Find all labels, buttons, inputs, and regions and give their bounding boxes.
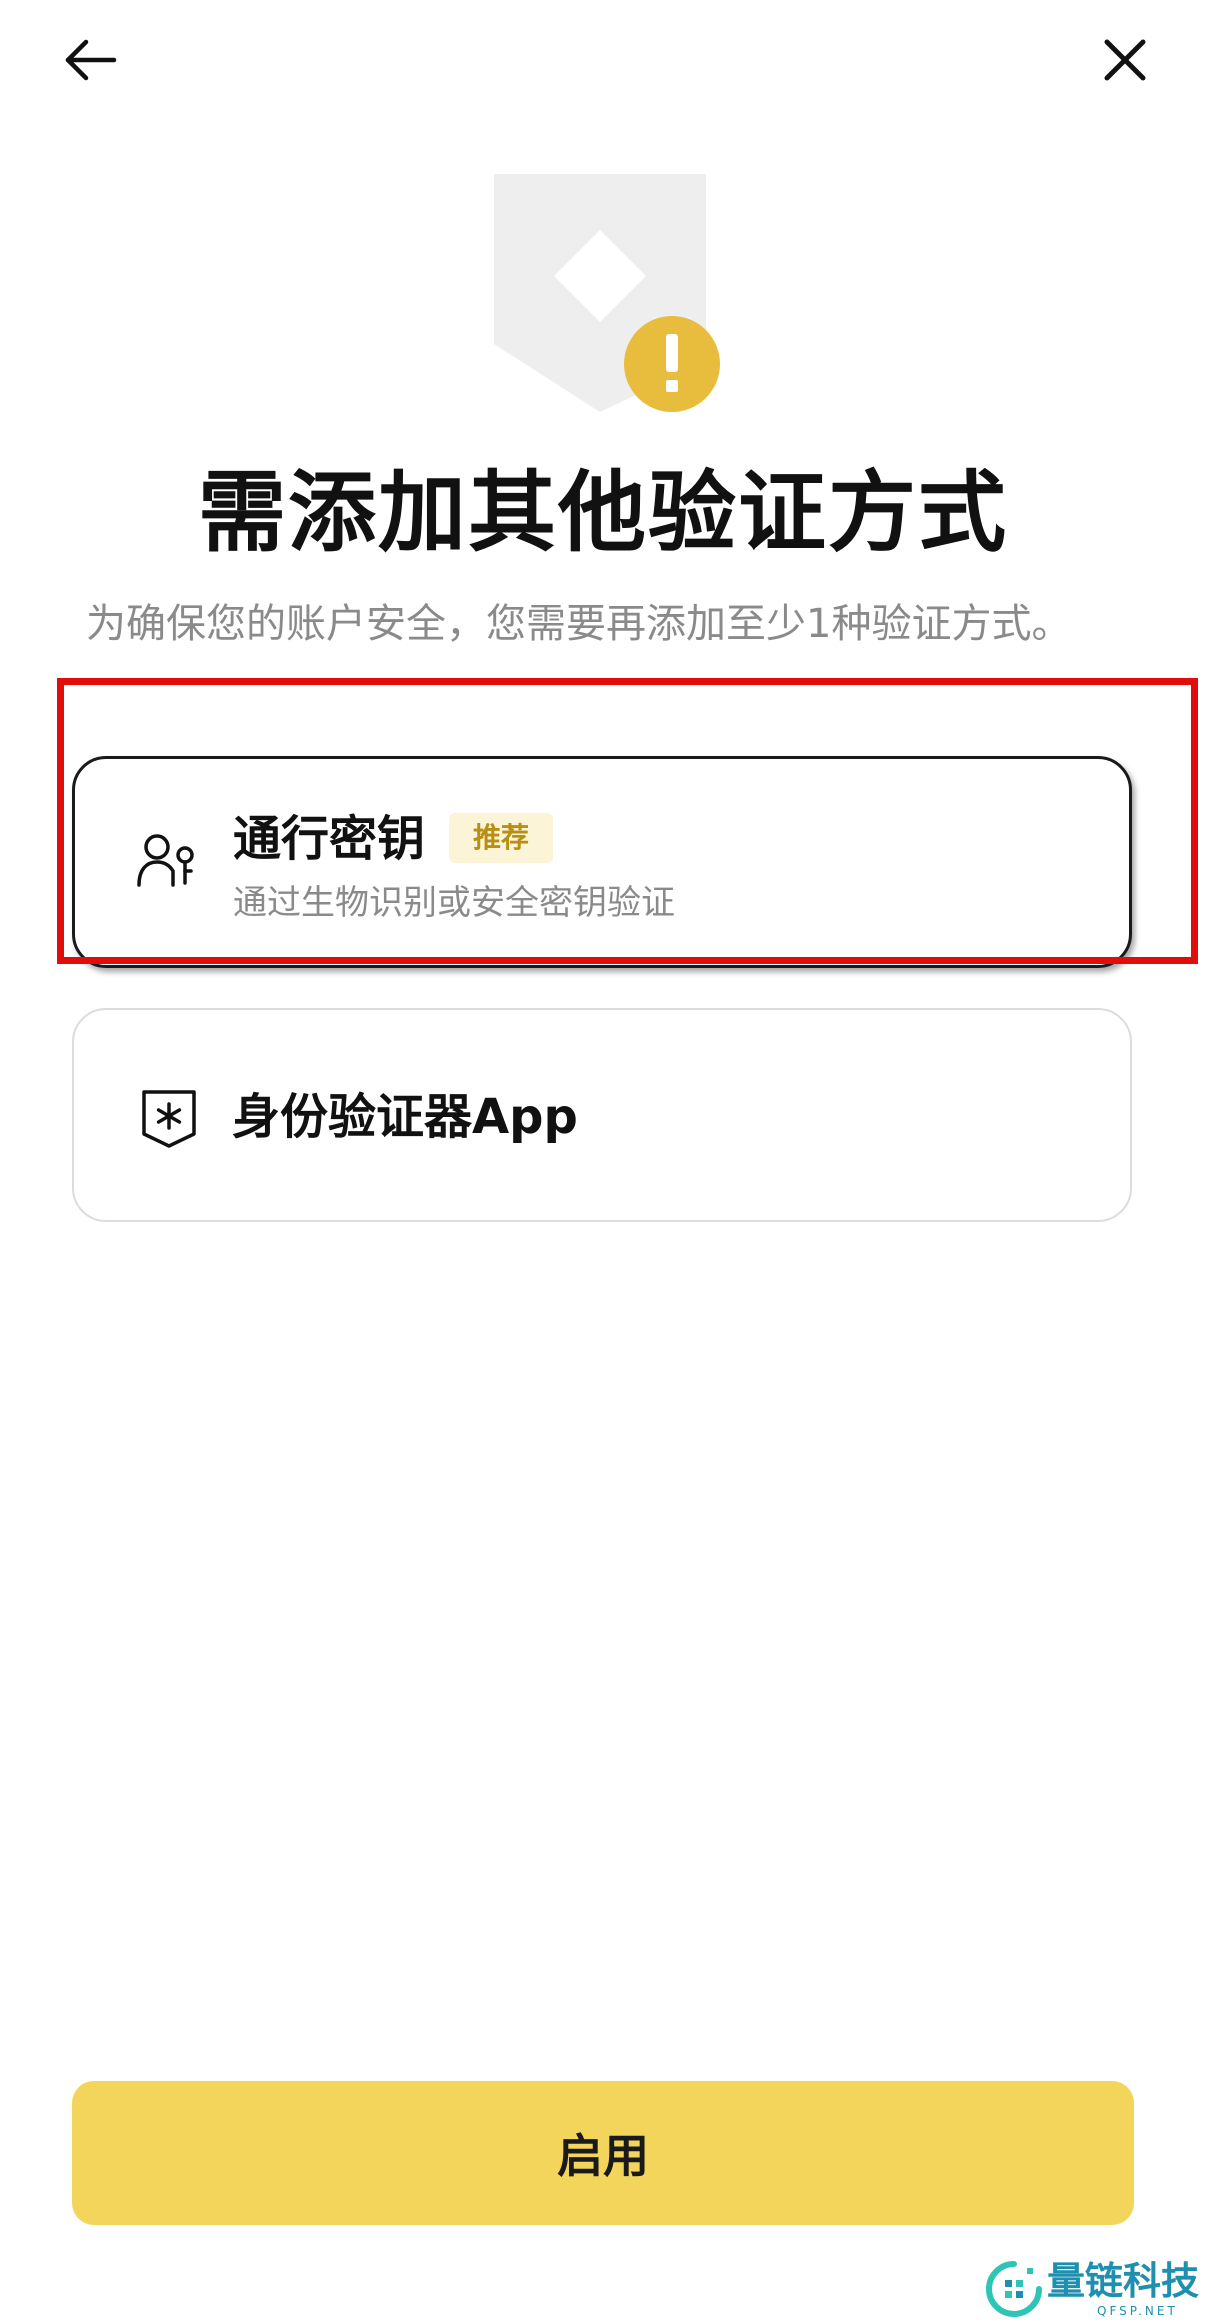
verification-method-screen: 需添加其他验证方式 为确保您的账户安全，您需要再添加至少1种验证方式。 通行密钥… [0, 0, 1206, 2323]
watermark-text: 量链科技 [1047, 2258, 1200, 2303]
close-button[interactable] [1075, 10, 1175, 110]
recommended-badge: 推荐 [449, 813, 554, 863]
shield-warning-icon [494, 174, 720, 412]
passkey-icon [137, 834, 194, 887]
watermark-logo-icon [986, 2261, 1042, 2317]
passkey-description: 通过生物识别或安全密钥验证 [233, 883, 675, 923]
passkey-option[interactable]: 通行密钥 推荐 通过生物识别或安全密钥验证 [72, 756, 1132, 968]
close-icon [1104, 39, 1146, 81]
authenticator-shield-icon [142, 1090, 196, 1148]
watermark-subtext: QFSP.NET [1097, 2304, 1178, 2318]
watermark: 量链科技 QFSP.NET [985, 2258, 1206, 2323]
enable-button[interactable]: 启用 [72, 2081, 1134, 2225]
arrow-left-icon [65, 39, 117, 81]
authenticator-app-title: 身份验证器App [232, 1089, 578, 1145]
shield-warning-illustration [490, 172, 730, 432]
back-button[interactable] [40, 10, 140, 110]
page-title: 需添加其他验证方式 [197, 461, 1008, 564]
passkey-title: 通行密钥 [233, 811, 426, 867]
authenticator-app-option[interactable]: 身份验证器App [72, 1008, 1132, 1222]
page-subtitle: 为确保您的账户安全，您需要再添加至少1种验证方式。 [86, 601, 1072, 647]
